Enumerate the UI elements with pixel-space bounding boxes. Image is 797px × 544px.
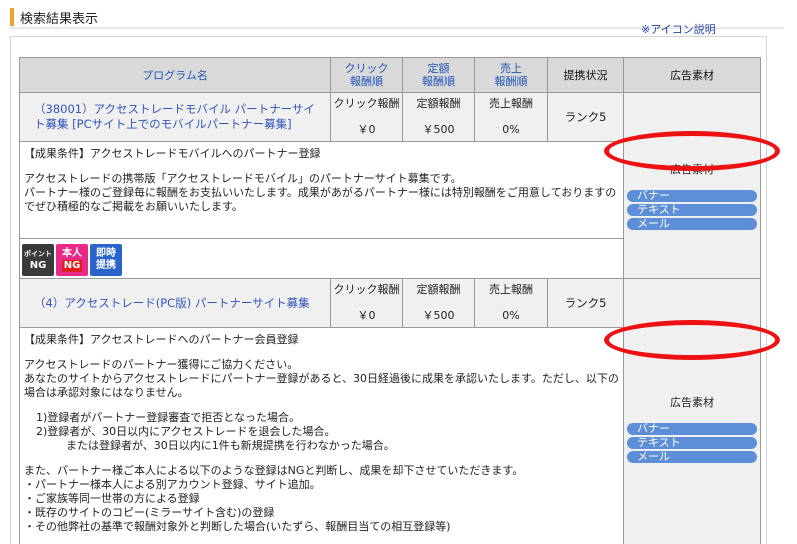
material-label: 広告素材 xyxy=(670,395,714,409)
col-click-sort[interactable]: クリック 報酬順 xyxy=(330,57,403,93)
col-program-name[interactable]: プログラム名 xyxy=(19,57,331,93)
program-description: 【成果条件】アクセストレードモバイルへのパートナー登録 アクセストレードの携帯版… xyxy=(19,141,624,239)
material-buttons: バナー テキスト メール xyxy=(624,422,760,463)
material-cell: 広告素材 バナー テキスト メール xyxy=(623,92,761,279)
text-button[interactable]: テキスト xyxy=(627,436,757,449)
sales-reward-cell: 売上報酬 0% xyxy=(474,92,548,142)
program-name-link[interactable]: （38001）アクセストレードモバイル パートナーサイト募集 [PCサイト上での… xyxy=(19,92,331,142)
program-row: （4）アクセストレード(PC版) パートナーサイト募集 クリック報酬 ￥0 定額報… xyxy=(19,278,761,544)
col-fixed-sort[interactable]: 定額 報酬順 xyxy=(402,57,475,93)
program-description: 【成果条件】アクセストレードへのパートナー会員登録 アクセストレードのパートナー… xyxy=(19,327,624,544)
text-button[interactable]: テキスト xyxy=(627,204,757,216)
mail-button[interactable]: メール xyxy=(627,450,757,463)
icon-help-link[interactable]: ※アイコン説明 xyxy=(641,21,716,37)
click-reward-cell: クリック報酬 ￥0 xyxy=(330,278,403,328)
badge-cell: ポイント NG 本人 NG 即時 提携 xyxy=(19,238,624,279)
col-status: 提携状況 xyxy=(547,57,624,93)
col-material: 広告素材 xyxy=(623,57,761,93)
program-row: （38001）アクセストレードモバイル パートナーサイト募集 [PCサイト上での… xyxy=(19,92,761,279)
results-table: プログラム名 クリック 報酬順 定額 報酬順 売上 報酬順 提携状況 広告素材 （38… xyxy=(19,57,761,544)
click-reward-cell: クリック報酬 ￥0 xyxy=(330,92,403,142)
point-ng-badge-icon: ポイント NG xyxy=(22,244,54,276)
sales-reward-cell: 売上報酬 0% xyxy=(474,278,548,328)
section-header: 検索結果表示 xyxy=(10,8,99,27)
material-buttons: バナー テキスト メール xyxy=(624,190,760,230)
instant-partner-badge-icon: 即時 提携 xyxy=(90,244,122,276)
table-header-row: プログラム名 クリック 報酬順 定額 報酬順 売上 報酬順 提携状況 広告素材 xyxy=(19,57,761,93)
partner-status-rank: ランク5 xyxy=(547,92,624,142)
section-accent-bar xyxy=(10,8,14,26)
banner-button[interactable]: バナー xyxy=(627,190,757,202)
self-ng-badge-icon: 本人 NG xyxy=(56,244,88,276)
program-name-link[interactable]: （4）アクセストレード(PC版) パートナーサイト募集 xyxy=(19,278,331,328)
material-label: 広告素材 xyxy=(670,163,714,176)
fixed-reward-cell: 定額報酬 ￥500 xyxy=(402,92,475,142)
banner-button[interactable]: バナー xyxy=(627,422,757,435)
material-cell: 広告素材 バナー テキスト メール xyxy=(623,278,761,544)
section-title: 検索結果表示 xyxy=(20,11,99,27)
partner-status-rank: ランク5 xyxy=(547,278,624,328)
col-sales-sort[interactable]: 売上 報酬順 xyxy=(474,57,548,93)
mail-button[interactable]: メール xyxy=(627,218,757,230)
fixed-reward-cell: 定額報酬 ￥500 xyxy=(402,278,475,328)
badge-list: ポイント NG 本人 NG 即時 提携 xyxy=(22,244,621,276)
